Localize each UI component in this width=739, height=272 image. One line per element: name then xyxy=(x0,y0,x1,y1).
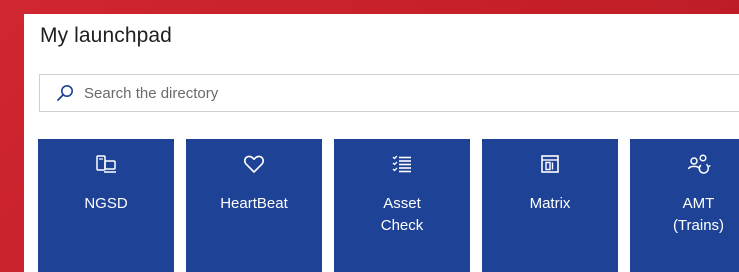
tile-heartbeat[interactable]: HeartBeat xyxy=(186,139,322,272)
launchpad-panel: My launchpad Search the directory NGSD H… xyxy=(24,14,739,272)
page-background: { "launchpad": { "title": "My launchpad"… xyxy=(0,0,739,272)
heart-icon xyxy=(186,153,322,177)
tile-label: Asset Check xyxy=(380,195,424,234)
tile-matrix[interactable]: Matrix xyxy=(482,139,618,272)
page-title: My launchpad xyxy=(40,24,172,47)
tile-label: HeartBeat xyxy=(220,195,288,212)
devices-icon xyxy=(38,153,174,177)
search-box[interactable]: Search the directory xyxy=(39,74,739,112)
matrix-icon xyxy=(482,153,618,177)
tile-ngsd[interactable]: NGSD xyxy=(38,139,174,272)
tile-asset-check[interactable]: Asset Check xyxy=(334,139,470,272)
checklist-icon xyxy=(334,153,470,177)
people-sync-icon xyxy=(630,153,739,177)
search-icon xyxy=(56,84,74,102)
search-input[interactable]: Search the directory xyxy=(84,85,218,102)
tile-label: AMT (Trains) xyxy=(672,195,725,234)
tile-amt-trains[interactable]: AMT (Trains) xyxy=(630,139,739,272)
tile-label: Matrix xyxy=(529,195,571,212)
tile-label: NGSD xyxy=(84,195,128,212)
